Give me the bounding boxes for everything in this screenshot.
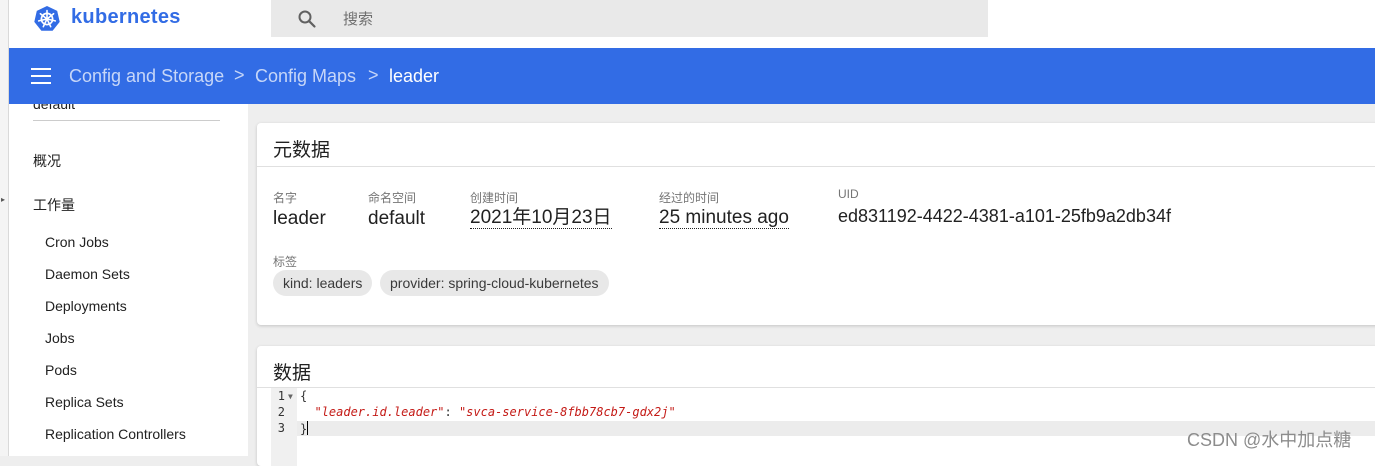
collapse-arrow-icon[interactable]: ▸	[1, 196, 5, 204]
label-chip: provider: spring-cloud-kubernetes	[380, 270, 609, 296]
name-value: leader	[273, 208, 326, 229]
breadcrumb-separator: >	[368, 65, 379, 85]
sidebar-item-replica-sets[interactable]: Replica Sets	[45, 394, 124, 410]
search-icon[interactable]	[297, 9, 317, 29]
code-line: {	[300, 389, 307, 403]
data-title: 数据	[273, 363, 312, 384]
code-line: }	[300, 421, 309, 436]
window-left-edge: ▸	[0, 0, 9, 456]
text-cursor	[307, 421, 309, 435]
metadata-title: 元数据	[273, 140, 331, 161]
line-number: 3	[277, 421, 285, 435]
json-key: "leader.id.leader"	[314, 405, 445, 419]
uid-value: ed831192-4422-4381-a101-25fb9a2db34f	[838, 206, 1171, 226]
close-brace: }	[300, 422, 308, 436]
line-number: 1	[277, 389, 285, 403]
namespace-label: 命名空间	[368, 191, 417, 205]
age-value[interactable]: 25 minutes ago	[659, 208, 789, 229]
json-colon: :	[444, 405, 459, 419]
breadcrumb-separator: >	[234, 65, 245, 85]
code-line: "leader.id.leader": "svca-service-8fbb78…	[300, 405, 676, 419]
breadcrumb-current: leader	[389, 66, 440, 86]
breadcrumb-config-and-storage[interactable]: Config and Storage	[69, 66, 224, 87]
labels-label: 标签	[273, 255, 298, 269]
menu-icon[interactable]	[31, 68, 51, 84]
namespace-value: default	[33, 104, 76, 112]
watermark: CSDN @水中加点糖	[1187, 430, 1352, 450]
breadcrumb-config-maps[interactable]: Config Maps	[255, 66, 356, 87]
divider	[257, 166, 1375, 167]
namespace-select[interactable]: default	[33, 104, 220, 121]
sidebar-item-daemon-sets[interactable]: Daemon Sets	[45, 266, 130, 282]
kubernetes-logo-icon[interactable]	[33, 5, 61, 33]
sidebar-item-deployments[interactable]: Deployments	[45, 298, 127, 314]
sidebar-item-overview[interactable]: 概况	[33, 151, 61, 171]
sidebar-item-workloads[interactable]: 工作量	[33, 195, 75, 215]
created-value[interactable]: 2021年10月23日	[470, 208, 612, 229]
json-value: "svca-service-8fbb78cb7-gdx2j"	[458, 405, 676, 419]
name-label: 名字	[273, 191, 298, 205]
metadata-card: 元数据 名字 leader 命名空间 default 创建时间 2021年10月…	[257, 123, 1375, 325]
open-brace: {	[300, 389, 308, 403]
namespace-value: default	[368, 208, 426, 229]
sidebar-item-cron-jobs[interactable]: Cron Jobs	[45, 234, 109, 250]
label-chip: kind: leaders	[273, 270, 373, 296]
fold-arrow-icon[interactable]: ▼	[288, 392, 293, 401]
brand-name[interactable]: kubernetes	[71, 6, 181, 29]
age-label: 经过的时间	[659, 191, 720, 205]
created-label: 创建时间	[470, 191, 519, 205]
breadcrumb-bar: Config and Storage > Config Maps > leade…	[9, 48, 1375, 104]
top-bar: kubernetes	[9, 0, 1375, 48]
sidebar-item-jobs[interactable]: Jobs	[45, 330, 75, 346]
uid-label: UID	[838, 187, 859, 201]
line-number: 2	[277, 405, 285, 419]
search-input[interactable]	[341, 7, 945, 31]
search-bar[interactable]	[271, 0, 988, 37]
sidebar-item-pods[interactable]: Pods	[45, 362, 77, 378]
sidebar-item-replication-controllers[interactable]: Replication Controllers	[45, 426, 186, 442]
sidebar: default 概况 工作量 Cron Jobs Daemon Sets Dep…	[9, 104, 248, 456]
